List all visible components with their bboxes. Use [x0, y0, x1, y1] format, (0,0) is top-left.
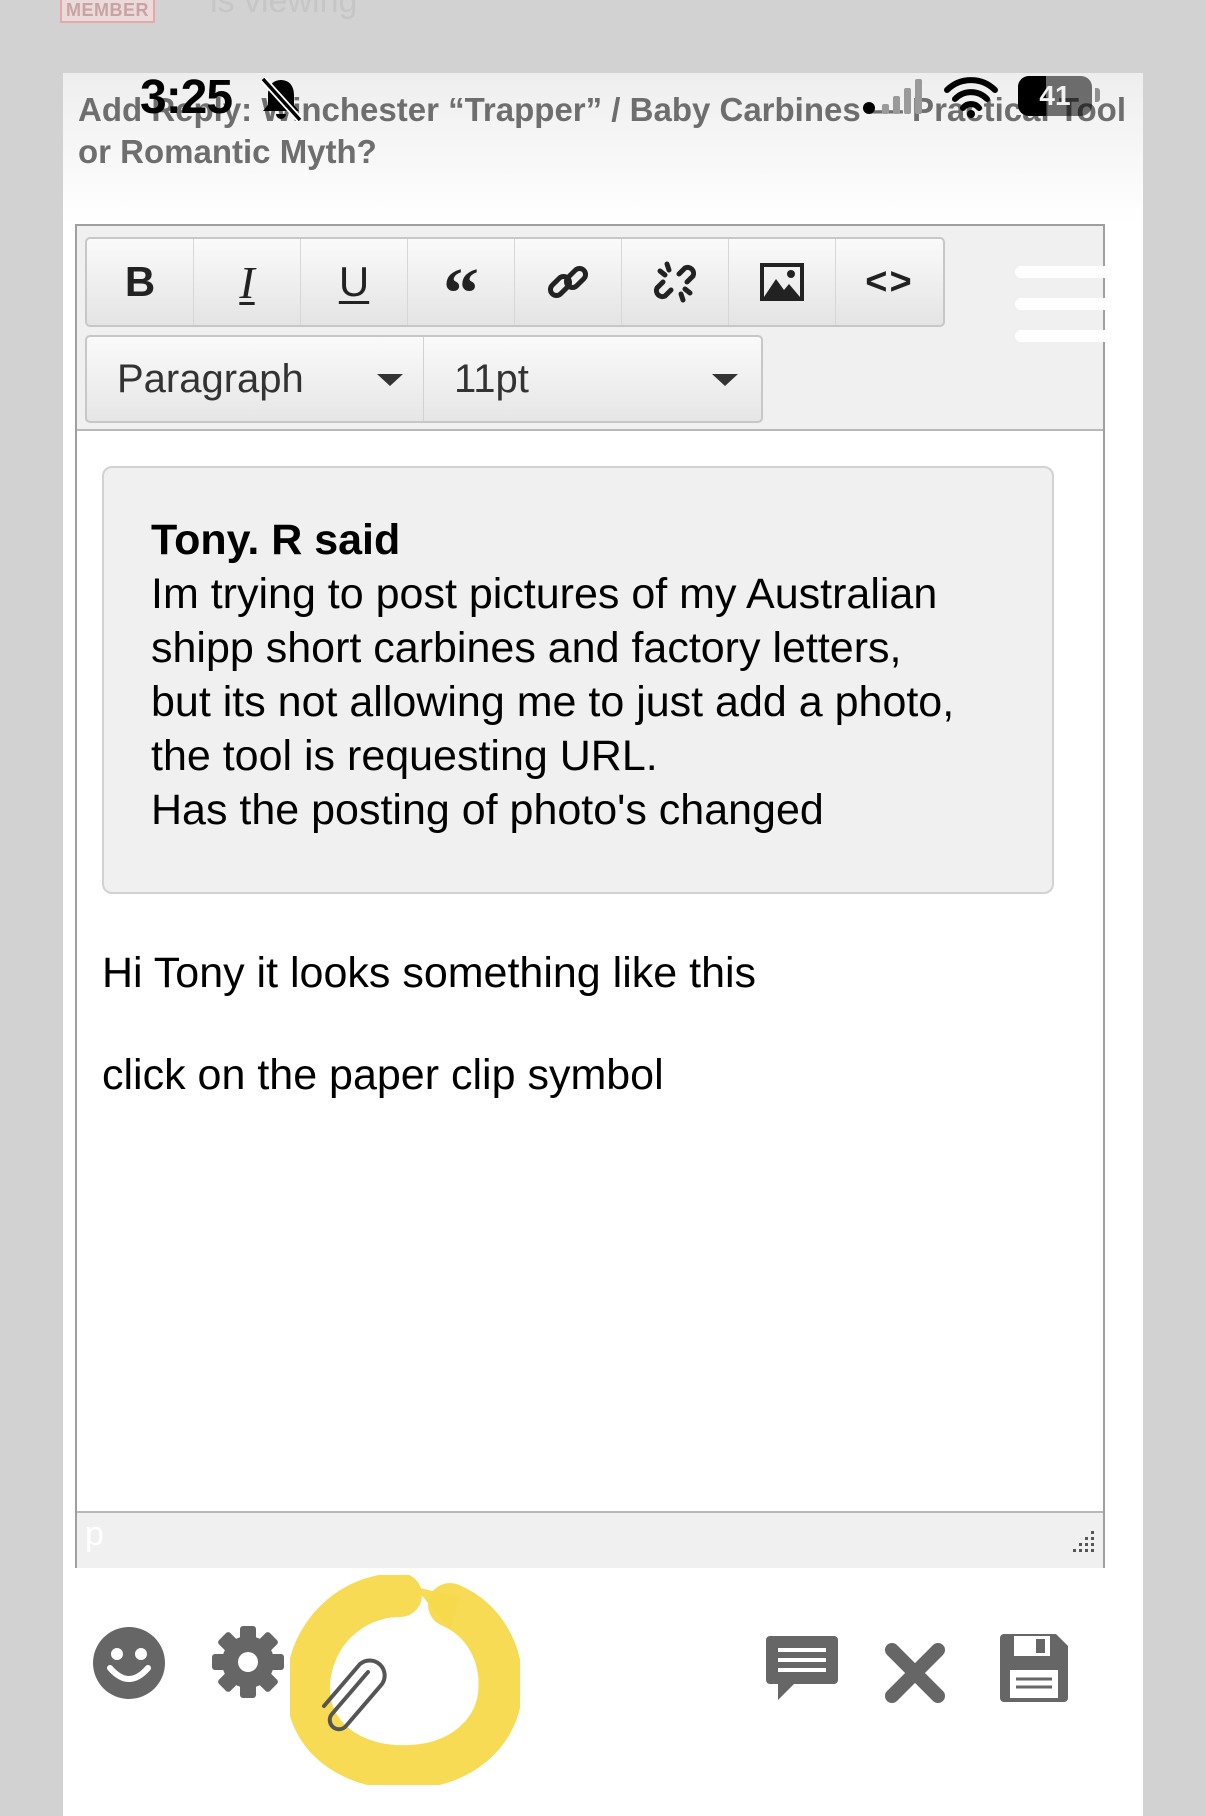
- comment-icon[interactable]: [764, 1632, 840, 1706]
- menu-icon[interactable]: [1015, 266, 1115, 350]
- quote-author: Tony. R said: [151, 516, 401, 564]
- dialog-actions: [0, 1570, 1206, 1732]
- image-icon: [760, 263, 804, 301]
- unlink-icon: [653, 261, 697, 303]
- background-page: MEMBER is viewing: [0, 0, 1206, 40]
- smiley-icon[interactable]: [92, 1626, 166, 1700]
- link-icon: [547, 265, 589, 299]
- blockquote-label: “: [443, 253, 479, 333]
- quote-line: but its not allowing me to just add a ph…: [151, 678, 955, 726]
- italic-button[interactable]: I: [194, 239, 301, 325]
- insert-image-button[interactable]: [729, 239, 836, 325]
- formatting-button-group: B I U “ <>: [85, 237, 945, 329]
- bold-button[interactable]: B: [87, 239, 194, 325]
- quote-line: the tool is requesting URL.: [151, 732, 658, 780]
- reply-text-line: click on the paper clip symbol: [102, 1051, 664, 1099]
- reply-text-line: Hi Tony it looks something like this: [102, 949, 757, 997]
- viewing-text: is viewing: [210, 0, 358, 20]
- blockquote-button[interactable]: “: [408, 239, 515, 329]
- source-code-button[interactable]: <>: [836, 239, 943, 325]
- paragraph-format-select[interactable]: Paragraph: [87, 337, 424, 421]
- chevron-down-icon: [377, 374, 403, 386]
- font-size-select[interactable]: 11pt: [424, 337, 761, 421]
- gear-icon[interactable]: [212, 1626, 284, 1698]
- quote-line: shipp short carbines and factory letters…: [151, 624, 902, 672]
- dialog-title: Add Reply: Winchester “Trapper” / Baby C…: [78, 91, 1127, 170]
- chevron-down-icon: [712, 374, 738, 386]
- paperclip-icon[interactable]: [312, 1656, 392, 1736]
- underline-label: U: [338, 258, 370, 305]
- member-badge: MEMBER: [60, 0, 155, 23]
- editor-toolbar: B I U “ <> Paragraph 11pt: [77, 226, 1115, 431]
- underline-button[interactable]: U: [301, 239, 408, 325]
- remove-link-button[interactable]: [622, 239, 729, 325]
- close-icon[interactable]: [884, 1642, 946, 1704]
- save-icon[interactable]: [998, 1632, 1070, 1704]
- quoted-post: Tony. R said Im trying to post pictures …: [102, 466, 1054, 894]
- quote-line: Has the posting of photo's changed: [151, 786, 824, 834]
- source-code-label: <>: [865, 260, 914, 303]
- paragraph-format-value: Paragraph: [117, 357, 304, 401]
- dialog-header: Add Reply: Winchester “Trapper” / Baby C…: [63, 73, 1143, 223]
- quote-line: Im trying to post pictures of my Austral…: [151, 570, 938, 618]
- editor-statusbar: p: [77, 1511, 1103, 1568]
- insert-link-button[interactable]: [515, 239, 622, 325]
- font-size-value: 11pt: [454, 357, 529, 401]
- format-select-group: Paragraph 11pt: [85, 335, 763, 423]
- rich-text-editor: B I U “ <> Paragraph 11pt Tony. R said I…: [75, 224, 1115, 1568]
- resize-handle-icon[interactable]: [1069, 1529, 1095, 1555]
- italic-label: I: [239, 256, 255, 308]
- element-path[interactable]: p: [85, 1515, 104, 1554]
- bold-label: B: [124, 258, 156, 305]
